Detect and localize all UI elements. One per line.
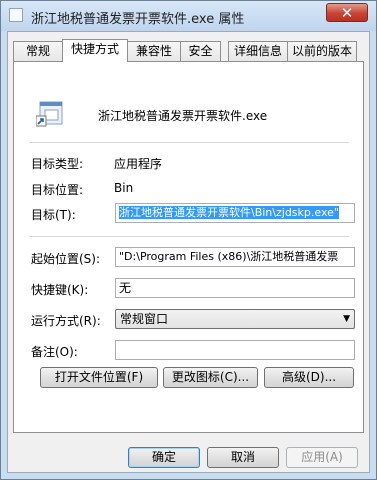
close-icon: ✕ [340, 4, 354, 22]
tab-previous-versions[interactable]: 以前的版本 [287, 41, 357, 61]
run-select-value: 常规窗口 [120, 312, 169, 326]
window-title: 浙江地税普通发票开票软件.exe 属性 [31, 12, 245, 27]
comment-input[interactable] [115, 340, 355, 360]
target-type-label: 目标类型: [31, 157, 84, 171]
start-in-input[interactable]: "D:\Program Files (x86)\浙江地税普通发票 [115, 247, 355, 267]
file-name: 浙江地税普通发票开票软件.exe [98, 109, 268, 123]
tab-compatibility[interactable]: 兼容性 [127, 41, 181, 61]
tab-security-label: 安全 [188, 44, 213, 58]
tab-details-label: 详细信息 [233, 44, 282, 58]
tab-shortcut-label: 快捷方式 [70, 42, 119, 56]
dropdown-arrow-icon: ▼ [343, 314, 350, 324]
cancel-label: 取消 [230, 450, 255, 464]
tab-security[interactable]: 安全 [180, 41, 221, 61]
tab-general[interactable]: 常规 [13, 41, 63, 61]
divider [29, 236, 349, 237]
dialog-client-area: 常规 快捷方式 兼容性 安全 详细信息 以前的版本 浙江地税普通发票开票软件.e… [7, 31, 370, 473]
tab-details[interactable]: 详细信息 [228, 41, 288, 61]
target-input-value: 浙江地税普通发票开票软件\Bin\zjdskp.exe" [119, 206, 339, 219]
change-icon-button[interactable]: 更改图标(C)... [163, 367, 258, 388]
target-label: 目标(T): [31, 208, 76, 222]
comment-label: 备注(O): [31, 345, 78, 359]
advanced-button[interactable]: 高级(D)... [264, 367, 354, 388]
open-file-location-button[interactable]: 打开文件位置(F) [40, 367, 158, 388]
start-in-label: 起始位置(S): [31, 252, 101, 266]
divider [29, 142, 349, 143]
apply-label: 应用(A) [301, 450, 343, 464]
target-location-value: Bin [114, 181, 134, 195]
ok-label: 确定 [151, 450, 176, 464]
run-label: 运行方式(R): [31, 314, 101, 328]
hotkey-input[interactable]: 无 [115, 278, 355, 298]
ok-button[interactable]: 确定 [128, 447, 200, 468]
tab-previous-versions-label: 以前的版本 [291, 44, 352, 58]
change-icon-label: 更改图标(C)... [171, 370, 250, 384]
target-type-value: 应用程序 [114, 157, 163, 171]
apply-button[interactable]: 应用(A) [286, 447, 358, 468]
shortcut-panel: 浙江地税普通发票开票软件.exe 目标类型: 应用程序 目标位置: Bin 目标… [13, 61, 364, 433]
close-button[interactable]: ✕ [326, 3, 368, 22]
title-bar[interactable]: 浙江地税普通发票开票软件.exe 属性 ✕ [1, 1, 376, 31]
tab-shortcut[interactable]: 快捷方式 [62, 39, 128, 62]
target-location-label: 目标位置: [31, 183, 84, 197]
tab-general-label: 常规 [25, 44, 50, 58]
hotkey-input-value: 无 [119, 281, 132, 295]
tab-strip: 常规 快捷方式 兼容性 安全 详细信息 以前的版本 [13, 39, 365, 62]
tab-compatibility-label: 兼容性 [135, 44, 172, 58]
run-select[interactable]: 常规窗口 ▼ [115, 309, 355, 329]
properties-dialog: 浙江地税普通发票开票软件.exe 属性 ✕ 常规 快捷方式 兼容性 安全 详细信… [0, 0, 377, 480]
app-icon [9, 8, 23, 22]
advanced-label: 高级(D)... [281, 370, 337, 384]
cancel-button[interactable]: 取消 [207, 447, 279, 468]
target-input[interactable]: 浙江地税普通发票开票软件\Bin\zjdskp.exe" [115, 203, 355, 223]
application-file-icon [36, 101, 63, 127]
open-file-location-label: 打开文件位置(F) [54, 370, 144, 384]
hotkey-label: 快捷键(K): [31, 283, 89, 297]
start-in-input-value: "D:\Program Files (x86)\浙江地税普通发票 [119, 250, 339, 263]
